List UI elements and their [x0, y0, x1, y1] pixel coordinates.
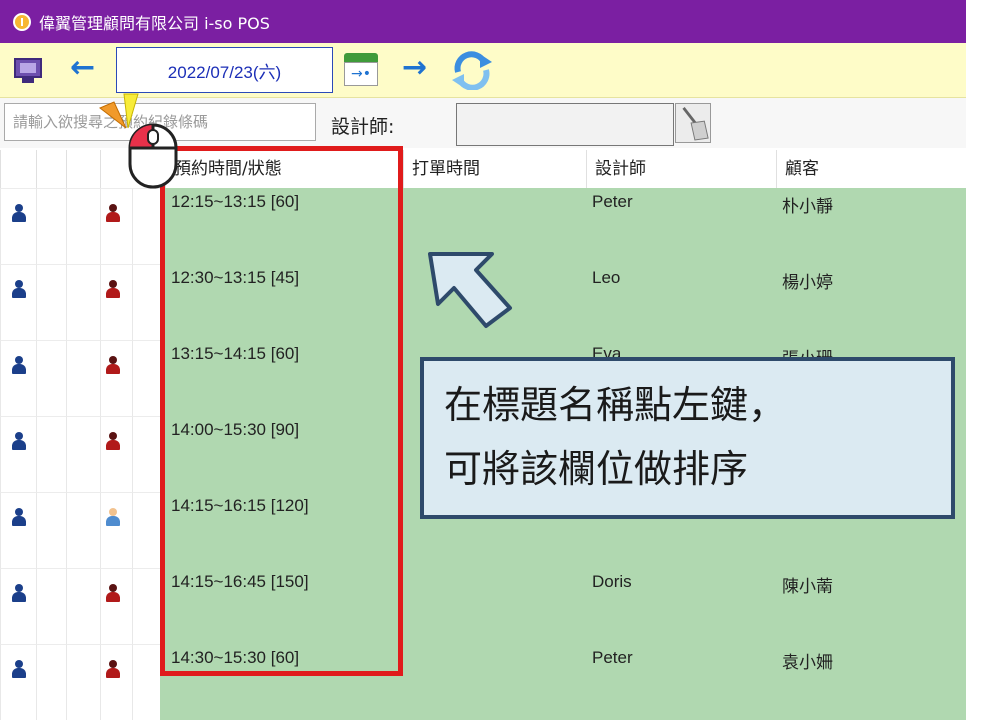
row-cell	[132, 492, 160, 568]
clear-broom-icon[interactable]	[675, 103, 711, 143]
row-cell	[66, 644, 100, 720]
mouse-left-click-icon	[127, 122, 179, 190]
row-cell	[36, 416, 66, 492]
designer-person-icon	[12, 508, 26, 528]
header-blank-1	[0, 150, 36, 188]
instruction-callout: 在標題名稱點左鍵， 可將該欄位做排序	[420, 357, 955, 519]
designer-label: 設計師:	[331, 116, 395, 138]
row-cell	[66, 264, 100, 340]
window-title: 偉翼管理顧問有限公司 i-so POS	[39, 13, 270, 33]
row-cell	[100, 568, 132, 644]
designer-name: Doris	[592, 572, 632, 591]
row-cell	[100, 264, 132, 340]
row-cell	[100, 340, 132, 416]
row-cell	[66, 416, 100, 492]
header-order-time[interactable]: 打單時間	[403, 150, 586, 188]
row-cell	[0, 188, 36, 264]
male-customer-icon	[106, 508, 120, 528]
next-day-arrow-icon[interactable]: →	[402, 53, 427, 83]
header-blank-2	[36, 150, 66, 188]
row-cell	[0, 492, 36, 568]
row-cell	[100, 188, 132, 264]
row-cell	[0, 416, 36, 492]
row-cell	[0, 644, 36, 720]
customer-name: 袁小姍	[782, 653, 833, 672]
row-cell	[36, 188, 66, 264]
header-customer[interactable]: 顧客	[776, 150, 966, 188]
row-cell	[0, 264, 36, 340]
title-bar: 偉翼管理顧問有限公司 i-so POS	[0, 0, 966, 43]
designer-person-icon	[12, 204, 26, 224]
designer-person-icon	[12, 432, 26, 452]
row-cell	[100, 644, 132, 720]
right-margin	[966, 0, 998, 680]
row-cell	[100, 416, 132, 492]
callout-line-2: 可將該欄位做排序	[444, 447, 749, 491]
female-customer-icon	[106, 280, 120, 300]
row-cell	[36, 568, 66, 644]
designer-name: Peter	[592, 192, 633, 211]
toolbar: ← 2022/07/23(六) →• →	[0, 43, 966, 98]
customer-name: 陳小萳	[782, 577, 833, 596]
table-row[interactable]: 14:15~16:45 [150] Doris 陳小萳	[0, 568, 966, 644]
female-customer-icon	[106, 356, 120, 376]
refresh-icon[interactable]	[450, 50, 494, 91]
female-customer-icon	[106, 660, 120, 680]
table-row[interactable]: 14:30~15:30 [60] Peter 袁小姍	[0, 644, 966, 720]
row-cell	[132, 340, 160, 416]
callout-line-1: 在標題名稱點左鍵，	[444, 383, 787, 427]
female-customer-icon	[106, 432, 120, 452]
row-cell	[132, 264, 160, 340]
customer-name: 朴小靜	[782, 197, 833, 216]
power-icon	[13, 12, 31, 31]
designer-person-icon	[12, 660, 26, 680]
callout-arrow-icon	[420, 244, 516, 330]
row-cell	[66, 492, 100, 568]
row-cell	[0, 568, 36, 644]
row-cell	[66, 188, 100, 264]
female-customer-icon	[106, 584, 120, 604]
row-cell	[36, 340, 66, 416]
row-cell	[36, 644, 66, 720]
designer-person-icon	[12, 280, 26, 300]
header-designer[interactable]: 設計師	[586, 150, 776, 188]
row-cell	[132, 644, 160, 720]
column-highlight-frame	[160, 146, 403, 676]
row-cell	[36, 492, 66, 568]
designer-name: Leo	[592, 268, 621, 287]
customer-name: 楊小婷	[782, 273, 833, 292]
row-cell	[36, 264, 66, 340]
row-cell	[100, 492, 132, 568]
row-cell	[132, 188, 160, 264]
row-cell	[0, 340, 36, 416]
header-blank-3	[66, 150, 100, 188]
calendar-today-icon[interactable]: →•	[344, 53, 378, 87]
designer-person-icon	[12, 356, 26, 376]
designer-person-icon	[12, 584, 26, 604]
prev-day-arrow-icon[interactable]: ←	[70, 53, 95, 83]
row-cell	[66, 568, 100, 644]
designer-name: Peter	[592, 648, 633, 667]
female-customer-icon	[106, 204, 120, 224]
row-cell	[132, 568, 160, 644]
date-field[interactable]: 2022/07/23(六)	[116, 47, 333, 93]
row-cell	[132, 416, 160, 492]
row-cell	[66, 340, 100, 416]
monitor-icon[interactable]	[14, 58, 42, 84]
designer-field[interactable]	[456, 103, 674, 146]
